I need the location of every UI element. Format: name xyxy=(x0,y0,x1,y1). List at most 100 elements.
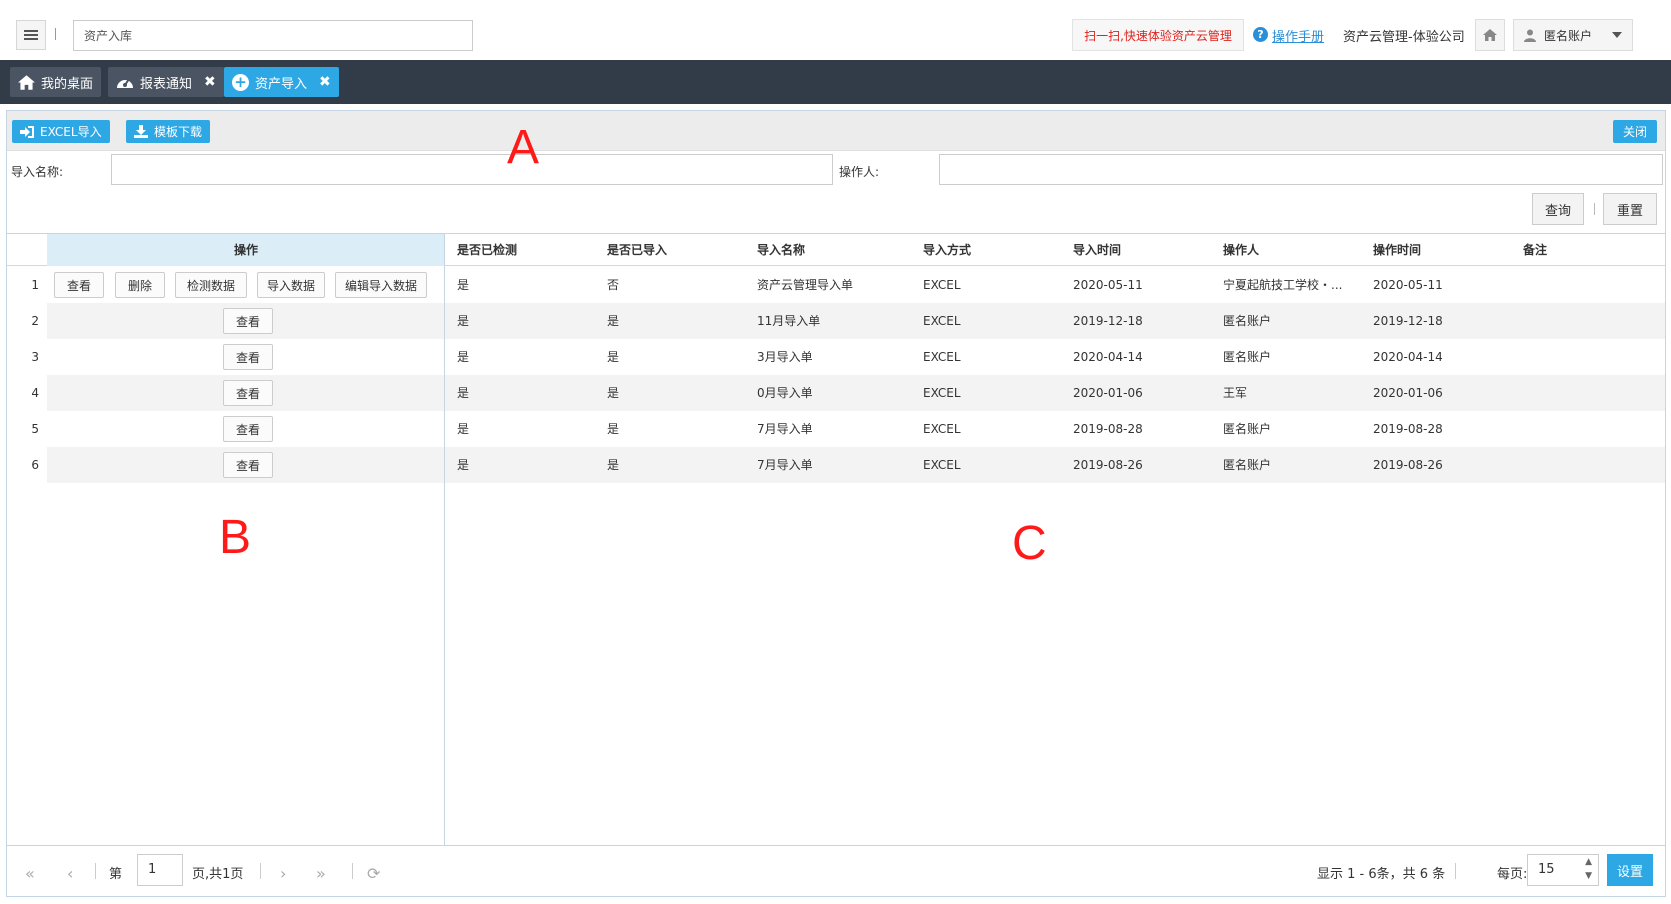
set-button[interactable]: 设置 xyxy=(1607,854,1653,886)
import-data-button[interactable]: 导入数据 xyxy=(257,272,325,298)
divider xyxy=(55,28,56,40)
per-page-stepper[interactable]: 15 ▲ ▼ xyxy=(1527,854,1599,886)
row-number: 3 xyxy=(7,339,47,375)
home-icon xyxy=(1483,29,1497,41)
table-row[interactable]: 5 查看 是 是 7月导入单 EXCEL 2019-08-28 匿名账户 2019-08-28 xyxy=(7,411,1665,447)
view-button[interactable]: 查看 xyxy=(223,380,273,406)
row-number: 1 xyxy=(7,267,47,303)
cell-name: 11月导入单 xyxy=(757,314,821,328)
cell-op-time: 2019-08-26 xyxy=(1373,458,1443,472)
query-button[interactable]: 查询 xyxy=(1532,193,1584,225)
table-row[interactable]: 2 查看 是 是 11月导入单 EXCEL 2019-12-18 匿名账户 2019-12-18 xyxy=(7,303,1665,339)
table-header: 操作 是否已检测 是否已导入 导入名称 导入方式 导入时间 操作人 操作时间 备… xyxy=(7,234,1665,266)
column-header[interactable]: 是否已检测 xyxy=(457,234,517,266)
refresh-icon[interactable]: ⟳ xyxy=(367,864,380,883)
cell-operator: 匿名账户 xyxy=(1223,422,1272,436)
view-button[interactable]: 查看 xyxy=(223,344,273,370)
cell-time: 2020-01-06 xyxy=(1073,386,1143,400)
cell-imported: 是 xyxy=(607,422,620,436)
cell-op-time: 2020-04-14 xyxy=(1373,350,1443,364)
op-column-header: 操作 xyxy=(47,234,445,266)
chevron-down-icon xyxy=(1612,32,1622,38)
table-row[interactable]: 6 查看 是 是 7月导入单 EXCEL 2019-08-26 匿名账户 2019-08-26 xyxy=(7,447,1665,483)
cell-imported: 是 xyxy=(607,386,620,400)
column-header[interactable]: 备注 xyxy=(1523,234,1547,266)
top-bar: 扫一扫,快速体验资产云管理 ? 操作手册 资产云管理-体验公司 匿名账户 xyxy=(0,0,1671,60)
row-number: 2 xyxy=(7,303,47,339)
column-header[interactable]: 是否已导入 xyxy=(607,234,667,266)
tab-report-notice[interactable]: 报表通知 ✖ xyxy=(108,67,224,97)
cell-checked: 是 xyxy=(457,386,470,400)
table-row[interactable]: 1 查看 删除 检测数据 导入数据 编辑导入数据 是 否 资产云管理导入单 EXCEL 2020-0… xyxy=(7,267,1665,303)
cell-method: EXCEL xyxy=(923,278,961,292)
row-number: 4 xyxy=(7,375,47,411)
view-button[interactable]: 查看 xyxy=(223,416,273,442)
view-button[interactable]: 查看 xyxy=(54,272,104,298)
import-name-input[interactable] xyxy=(111,154,833,185)
download-icon xyxy=(134,125,148,138)
page-number-input[interactable]: 1 xyxy=(137,854,183,886)
cell-method: EXCEL xyxy=(923,386,961,400)
cell-imported: 是 xyxy=(607,350,620,364)
per-page-value: 15 xyxy=(1538,862,1555,877)
cell-time: 2020-05-11 xyxy=(1073,278,1143,292)
reset-button[interactable]: 重置 xyxy=(1603,193,1657,225)
pager-summary: 显示 1 - 6条，共 6 条 xyxy=(1317,867,1446,882)
edit-import-data-button[interactable]: 编辑导入数据 xyxy=(335,272,427,298)
column-header[interactable]: 操作人 xyxy=(1223,234,1259,266)
operator-input[interactable] xyxy=(939,154,1663,185)
view-button[interactable]: 查看 xyxy=(223,452,273,478)
close-icon[interactable]: ✖ xyxy=(319,74,331,90)
cell-remark xyxy=(1523,267,1663,303)
cell-checked: 是 xyxy=(457,314,470,328)
cell-name: 7月导入单 xyxy=(757,458,813,472)
stepper-arrows-icon[interactable]: ▲ ▼ xyxy=(1585,855,1592,883)
prev-page-icon[interactable]: ‹ xyxy=(67,864,73,883)
next-page-icon[interactable]: › xyxy=(280,864,286,883)
toolbar: EXCEL导入 模板下载 关闭 xyxy=(7,111,1665,151)
tab-asset-import[interactable]: + 资产导入 ✖ xyxy=(224,67,339,97)
cell-name: 7月导入单 xyxy=(757,422,813,436)
delete-button[interactable]: 删除 xyxy=(115,272,165,298)
cell-method: EXCEL xyxy=(923,350,961,364)
divider xyxy=(95,863,96,879)
cell-op-time: 2020-05-11 xyxy=(1373,278,1443,292)
promo-button[interactable]: 扫一扫,快速体验资产云管理 xyxy=(1072,19,1244,51)
search-input[interactable] xyxy=(73,20,473,51)
tab-label: 报表通知 xyxy=(140,76,193,92)
cell-checked: 是 xyxy=(457,278,470,292)
home-button[interactable] xyxy=(1475,19,1505,51)
divider xyxy=(260,863,261,879)
cell-time: 2019-08-28 xyxy=(1073,422,1143,436)
menu-toggle-button[interactable] xyxy=(16,20,46,50)
tab-label: 我的桌面 xyxy=(41,76,94,92)
tab-my-desktop[interactable]: 我的桌面 xyxy=(10,67,102,97)
user-menu-button[interactable]: 匿名账户 xyxy=(1513,19,1633,51)
last-page-icon[interactable]: » xyxy=(316,864,326,883)
column-header[interactable]: 导入方式 xyxy=(923,234,971,266)
table-row[interactable]: 4 查看 是 是 0月导入单 EXCEL 2020-01-06 王军 2020-01-06 xyxy=(7,375,1665,411)
excel-import-button[interactable]: EXCEL导入 xyxy=(12,120,110,143)
row-number: 6 xyxy=(7,447,47,483)
dashboard-icon xyxy=(117,78,133,88)
view-button[interactable]: 查看 xyxy=(223,308,273,334)
user-name: 匿名账户 xyxy=(1544,28,1593,43)
cell-operator: 匿名账户 xyxy=(1223,314,1272,328)
template-download-button[interactable]: 模板下载 xyxy=(126,120,211,143)
close-button[interactable]: 关闭 xyxy=(1613,120,1657,143)
annotation-label-a: A xyxy=(507,121,540,174)
cell-checked: 是 xyxy=(457,350,470,364)
check-data-button[interactable]: 检测数据 xyxy=(175,272,247,298)
column-header[interactable]: 操作时间 xyxy=(1373,234,1421,266)
cell-method: EXCEL xyxy=(923,422,961,436)
cell-name: 0月导入单 xyxy=(757,386,813,400)
column-header[interactable]: 导入时间 xyxy=(1073,234,1121,266)
help-icon: ? xyxy=(1253,27,1268,42)
column-header[interactable]: 导入名称 xyxy=(757,234,805,266)
first-page-icon[interactable]: « xyxy=(25,864,35,883)
table-row[interactable]: 3 查看 是 是 3月导入单 EXCEL 2020-04-14 匿名账户 2020-04-14 xyxy=(7,339,1665,375)
close-icon[interactable]: ✖ xyxy=(204,74,216,90)
page-prefix: 第 xyxy=(109,867,123,882)
help-manual-link[interactable]: 操作手册 xyxy=(1272,26,1324,45)
plus-circle-icon: + xyxy=(232,73,249,91)
